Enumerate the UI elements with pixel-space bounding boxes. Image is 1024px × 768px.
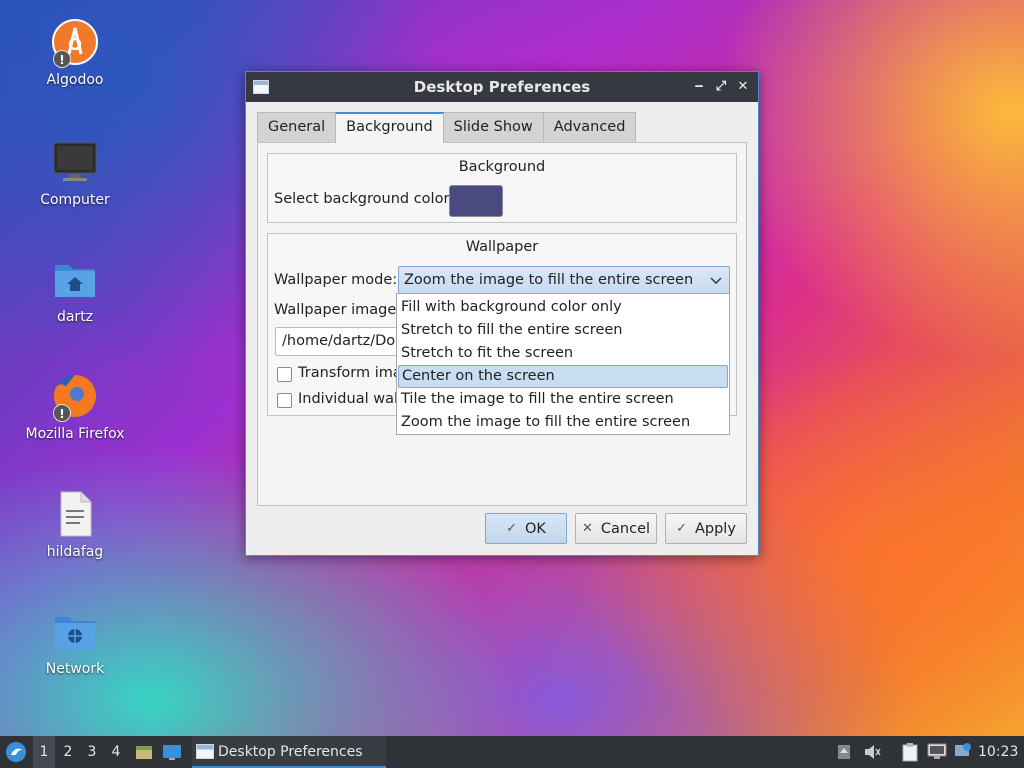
desktop-icon-label: hildafag <box>46 544 104 560</box>
individual-wallpaper-checkbox[interactable] <box>277 393 292 408</box>
close-button[interactable]: ✕ <box>736 78 750 96</box>
desktop-icon-firefox[interactable]: ! Mozilla Firefox <box>20 372 130 442</box>
update-notifier-icon[interactable] <box>952 736 974 768</box>
workspace-2[interactable]: 2 <box>57 736 79 768</box>
warning-badge-icon: ! <box>53 50 71 68</box>
task-label: Desktop Preferences <box>218 744 363 760</box>
firefox-icon: ! <box>51 372 99 422</box>
transform-image-label: Transform ima <box>298 365 402 381</box>
desktop-icon-label: dartz <box>56 309 94 325</box>
warning-badge-icon: ! <box>53 404 71 422</box>
workspace-3[interactable]: 3 <box>81 736 103 768</box>
algodoo-icon: ! <box>51 18 99 68</box>
dropdown-option-highlighted[interactable]: Center on the screen <box>398 365 728 388</box>
monitor-icon <box>51 138 99 186</box>
dropdown-option[interactable]: Fill with background color only <box>397 296 729 319</box>
window-app-icon <box>196 744 214 759</box>
wallpaper-mode-value: Zoom the image to fill the entire screen <box>404 272 694 288</box>
taskbar-task-desktop-preferences[interactable]: Desktop Preferences <box>192 736 386 768</box>
desktop-icon-label: Algodoo <box>46 72 104 88</box>
network-icon[interactable] <box>925 736 949 768</box>
desktop-icon-label: Mozilla Firefox <box>25 426 125 442</box>
show-desktop-icon[interactable] <box>160 736 184 768</box>
check-icon: ✓ <box>676 521 687 536</box>
tab-general[interactable]: General <box>257 112 337 143</box>
dropdown-option[interactable]: Tile the image to fill the entire screen <box>397 388 729 411</box>
desktop-icon-network[interactable]: Network <box>20 607 130 677</box>
wallpaper-image-file-label: Wallpaper image f <box>274 302 407 318</box>
desktop-icon-algodoo[interactable]: ! Algodoo <box>20 18 130 88</box>
maximize-button[interactable]: ⤢ <box>714 78 728 96</box>
background-color-button[interactable] <box>449 185 503 217</box>
workspace-4[interactable]: 4 <box>105 736 127 768</box>
text-file-icon <box>51 490 99 538</box>
dropdown-option[interactable]: Stretch to fill the entire screen <box>397 319 729 342</box>
ok-button[interactable]: ✓ OK <box>485 513 567 544</box>
background-color-label: Select background color: <box>274 191 455 207</box>
background-frame-title: Background <box>458 159 546 175</box>
minimize-button[interactable]: ‒ <box>692 78 706 96</box>
apply-label: Apply <box>694 520 736 537</box>
tray-eject-icon[interactable] <box>834 736 854 768</box>
close-x-icon: ✕ <box>581 521 593 536</box>
network-folder-icon <box>51 607 99 655</box>
workspace-1[interactable]: 1 <box>33 736 55 768</box>
wallpaper-frame-title: Wallpaper <box>465 239 539 255</box>
start-menu-button[interactable] <box>2 736 30 768</box>
desktop-icon-dartz[interactable]: dartz <box>20 255 130 325</box>
dropdown-option[interactable]: Stretch to fit the screen <box>397 342 729 365</box>
volume-muted-icon[interactable] <box>860 736 884 768</box>
title-bar[interactable]: Desktop Preferences ‒ ⤢ ✕ <box>246 72 758 102</box>
desktop-icon-label: Computer <box>40 192 110 208</box>
tab-advanced[interactable]: Advanced <box>542 112 637 143</box>
tab-background[interactable]: Background <box>335 112 444 143</box>
individual-wallpaper-label: Individual wall <box>298 391 403 407</box>
clipboard-icon[interactable] <box>898 736 922 768</box>
apply-button[interactable]: ✓ Apply <box>665 513 747 544</box>
desktop-icon-computer[interactable]: Computer <box>20 138 130 208</box>
lxqt-logo-icon <box>6 742 26 762</box>
cancel-button[interactable]: ✕ Cancel <box>575 513 657 544</box>
wallpaper-mode-select[interactable]: Zoom the image to fill the entire screen <box>398 266 730 295</box>
background-frame: Background Select background color: <box>267 153 737 223</box>
wallpaper-mode-label: Wallpaper mode: <box>274 272 398 288</box>
dialog-title: Desktop Preferences <box>413 78 591 96</box>
tab-slide-show[interactable]: Slide Show <box>442 112 544 143</box>
wallpaper-mode-dropdown: Fill with background color only Stretch … <box>396 293 730 435</box>
ok-label: OK <box>524 520 546 537</box>
cancel-label: Cancel <box>600 520 651 537</box>
dropdown-option[interactable]: Zoom the image to fill the entire screen <box>397 411 729 434</box>
taskbar: 1 2 3 4 Desktop Preferences 10:23 <box>0 736 1024 768</box>
transform-image-checkbox[interactable] <box>277 367 292 382</box>
desktop-icon-label: Network <box>45 661 105 677</box>
window-app-icon <box>253 80 269 94</box>
file-manager-launcher-icon[interactable] <box>133 736 155 768</box>
check-icon: ✓ <box>506 521 517 536</box>
clock[interactable]: 10:23 <box>978 736 1018 768</box>
tab-bar: General Background Slide Show Advanced <box>257 112 637 143</box>
home-folder-icon <box>51 255 99 303</box>
desktop-icon-hildafag[interactable]: hildafag <box>20 490 130 560</box>
